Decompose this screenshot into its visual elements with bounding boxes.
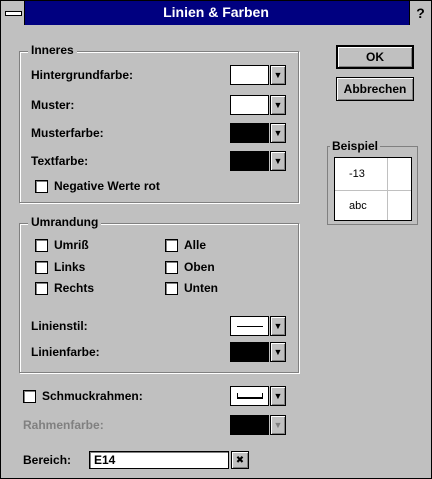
checkbox-box[interactable] bbox=[23, 389, 36, 403]
line-sample bbox=[236, 325, 263, 327]
arrow-down-icon[interactable]: ▼ bbox=[270, 65, 286, 85]
frame-color-dropdown[interactable]: ▼ bbox=[230, 415, 286, 435]
frame-style-preview bbox=[230, 386, 269, 406]
border-group-title: Umrandung bbox=[28, 215, 102, 229]
background-color-swatch bbox=[230, 65, 269, 85]
checkbox-box[interactable] bbox=[165, 281, 178, 295]
line-color-dropdown[interactable]: ▼ bbox=[230, 342, 286, 362]
border-left-checkbox[interactable]: Links bbox=[35, 260, 85, 274]
border-top-label: Oben bbox=[184, 260, 215, 274]
sample-cell-text: abc bbox=[349, 200, 367, 212]
help-button[interactable]: ? bbox=[409, 1, 431, 25]
sample-preview: -13 abc bbox=[334, 157, 412, 221]
ok-button[interactable]: OK bbox=[336, 45, 414, 69]
range-label: Bereich: bbox=[23, 453, 72, 467]
interior-group-title: Inneres bbox=[28, 43, 77, 57]
text-color-label: Textfarbe: bbox=[31, 154, 89, 168]
cancel-button[interactable]: Abbrechen bbox=[336, 77, 414, 101]
background-color-label: Hintergrundfarbe: bbox=[31, 68, 133, 82]
line-color-swatch bbox=[230, 342, 269, 362]
arrow-down-icon[interactable]: ▼ bbox=[270, 151, 286, 171]
pattern-color-swatch bbox=[230, 123, 269, 143]
border-all-checkbox[interactable]: Alle bbox=[165, 238, 206, 252]
border-bottom-checkbox[interactable]: Unten bbox=[165, 281, 218, 295]
decorative-frame-dropdown[interactable]: ▼ bbox=[230, 386, 286, 406]
pattern-color-label: Musterfarbe: bbox=[31, 126, 104, 140]
pattern-color-dropdown[interactable]: ▼ bbox=[230, 123, 286, 143]
decorative-frame-checkbox[interactable]: Schmuckrahmen: bbox=[23, 389, 143, 403]
arrow-down-icon[interactable]: ▼ bbox=[270, 123, 286, 143]
decorative-frame-label: Schmuckrahmen: bbox=[42, 389, 143, 403]
title-bar: Linien & Farben ? bbox=[1, 1, 431, 25]
line-style-dropdown[interactable]: ▼ bbox=[230, 316, 286, 336]
checkbox-box[interactable] bbox=[35, 179, 48, 193]
checkbox-box[interactable] bbox=[165, 260, 178, 274]
text-color-swatch bbox=[230, 151, 269, 171]
dialog-window: Linien & Farben ? OK Abbrechen Inneres H… bbox=[0, 0, 432, 479]
range-picker-icon[interactable]: ✖ bbox=[231, 451, 249, 469]
border-left-label: Links bbox=[54, 260, 86, 274]
frame-color-label: Rahmenfarbe: bbox=[23, 418, 104, 432]
negative-red-label: Negative Werte rot bbox=[54, 179, 160, 193]
grid-line-vertical bbox=[387, 158, 388, 220]
grid-line-horizontal bbox=[335, 190, 411, 191]
arrow-down-icon[interactable]: ▼ bbox=[270, 95, 286, 115]
line-style-preview bbox=[230, 316, 269, 336]
checkbox-box[interactable] bbox=[165, 238, 178, 252]
border-outline-label: Umriß bbox=[54, 238, 89, 252]
line-color-label: Linienfarbe: bbox=[31, 345, 100, 359]
border-outline-checkbox[interactable]: Umriß bbox=[35, 238, 89, 252]
checkbox-box[interactable] bbox=[35, 260, 48, 274]
pattern-swatch bbox=[230, 95, 269, 115]
sample-title: Beispiel bbox=[330, 139, 381, 153]
border-top-checkbox[interactable]: Oben bbox=[165, 260, 215, 274]
sample-group: Beispiel -13 abc bbox=[327, 139, 418, 225]
checkbox-box[interactable] bbox=[35, 238, 48, 252]
border-all-label: Alle bbox=[184, 238, 207, 252]
arrow-down-icon[interactable]: ▼ bbox=[270, 386, 286, 406]
sample-cell-number: -13 bbox=[349, 168, 365, 180]
border-right-label: Rechts bbox=[54, 281, 95, 295]
arrow-down-icon[interactable]: ▼ bbox=[270, 342, 286, 362]
pattern-dropdown[interactable]: ▼ bbox=[230, 95, 286, 115]
dialog-title: Linien & Farben bbox=[163, 4, 269, 20]
border-right-checkbox[interactable]: Rechts bbox=[35, 281, 94, 295]
checkbox-box[interactable] bbox=[35, 281, 48, 295]
system-menu-icon[interactable] bbox=[1, 1, 25, 25]
range-input[interactable]: E14 bbox=[89, 451, 229, 469]
negative-red-checkbox[interactable]: Negative Werte rot bbox=[35, 179, 160, 193]
arrow-down-icon[interactable]: ▼ bbox=[270, 316, 286, 336]
frame-color-swatch bbox=[230, 415, 269, 435]
line-style-label: Linienstil: bbox=[31, 319, 88, 333]
background-color-dropdown[interactable]: ▼ bbox=[230, 65, 286, 85]
arrow-down-icon[interactable]: ▼ bbox=[270, 415, 286, 435]
text-color-dropdown[interactable]: ▼ bbox=[230, 151, 286, 171]
border-bottom-label: Unten bbox=[184, 281, 218, 295]
pattern-label: Muster: bbox=[31, 98, 75, 112]
frame-sample bbox=[236, 393, 263, 399]
